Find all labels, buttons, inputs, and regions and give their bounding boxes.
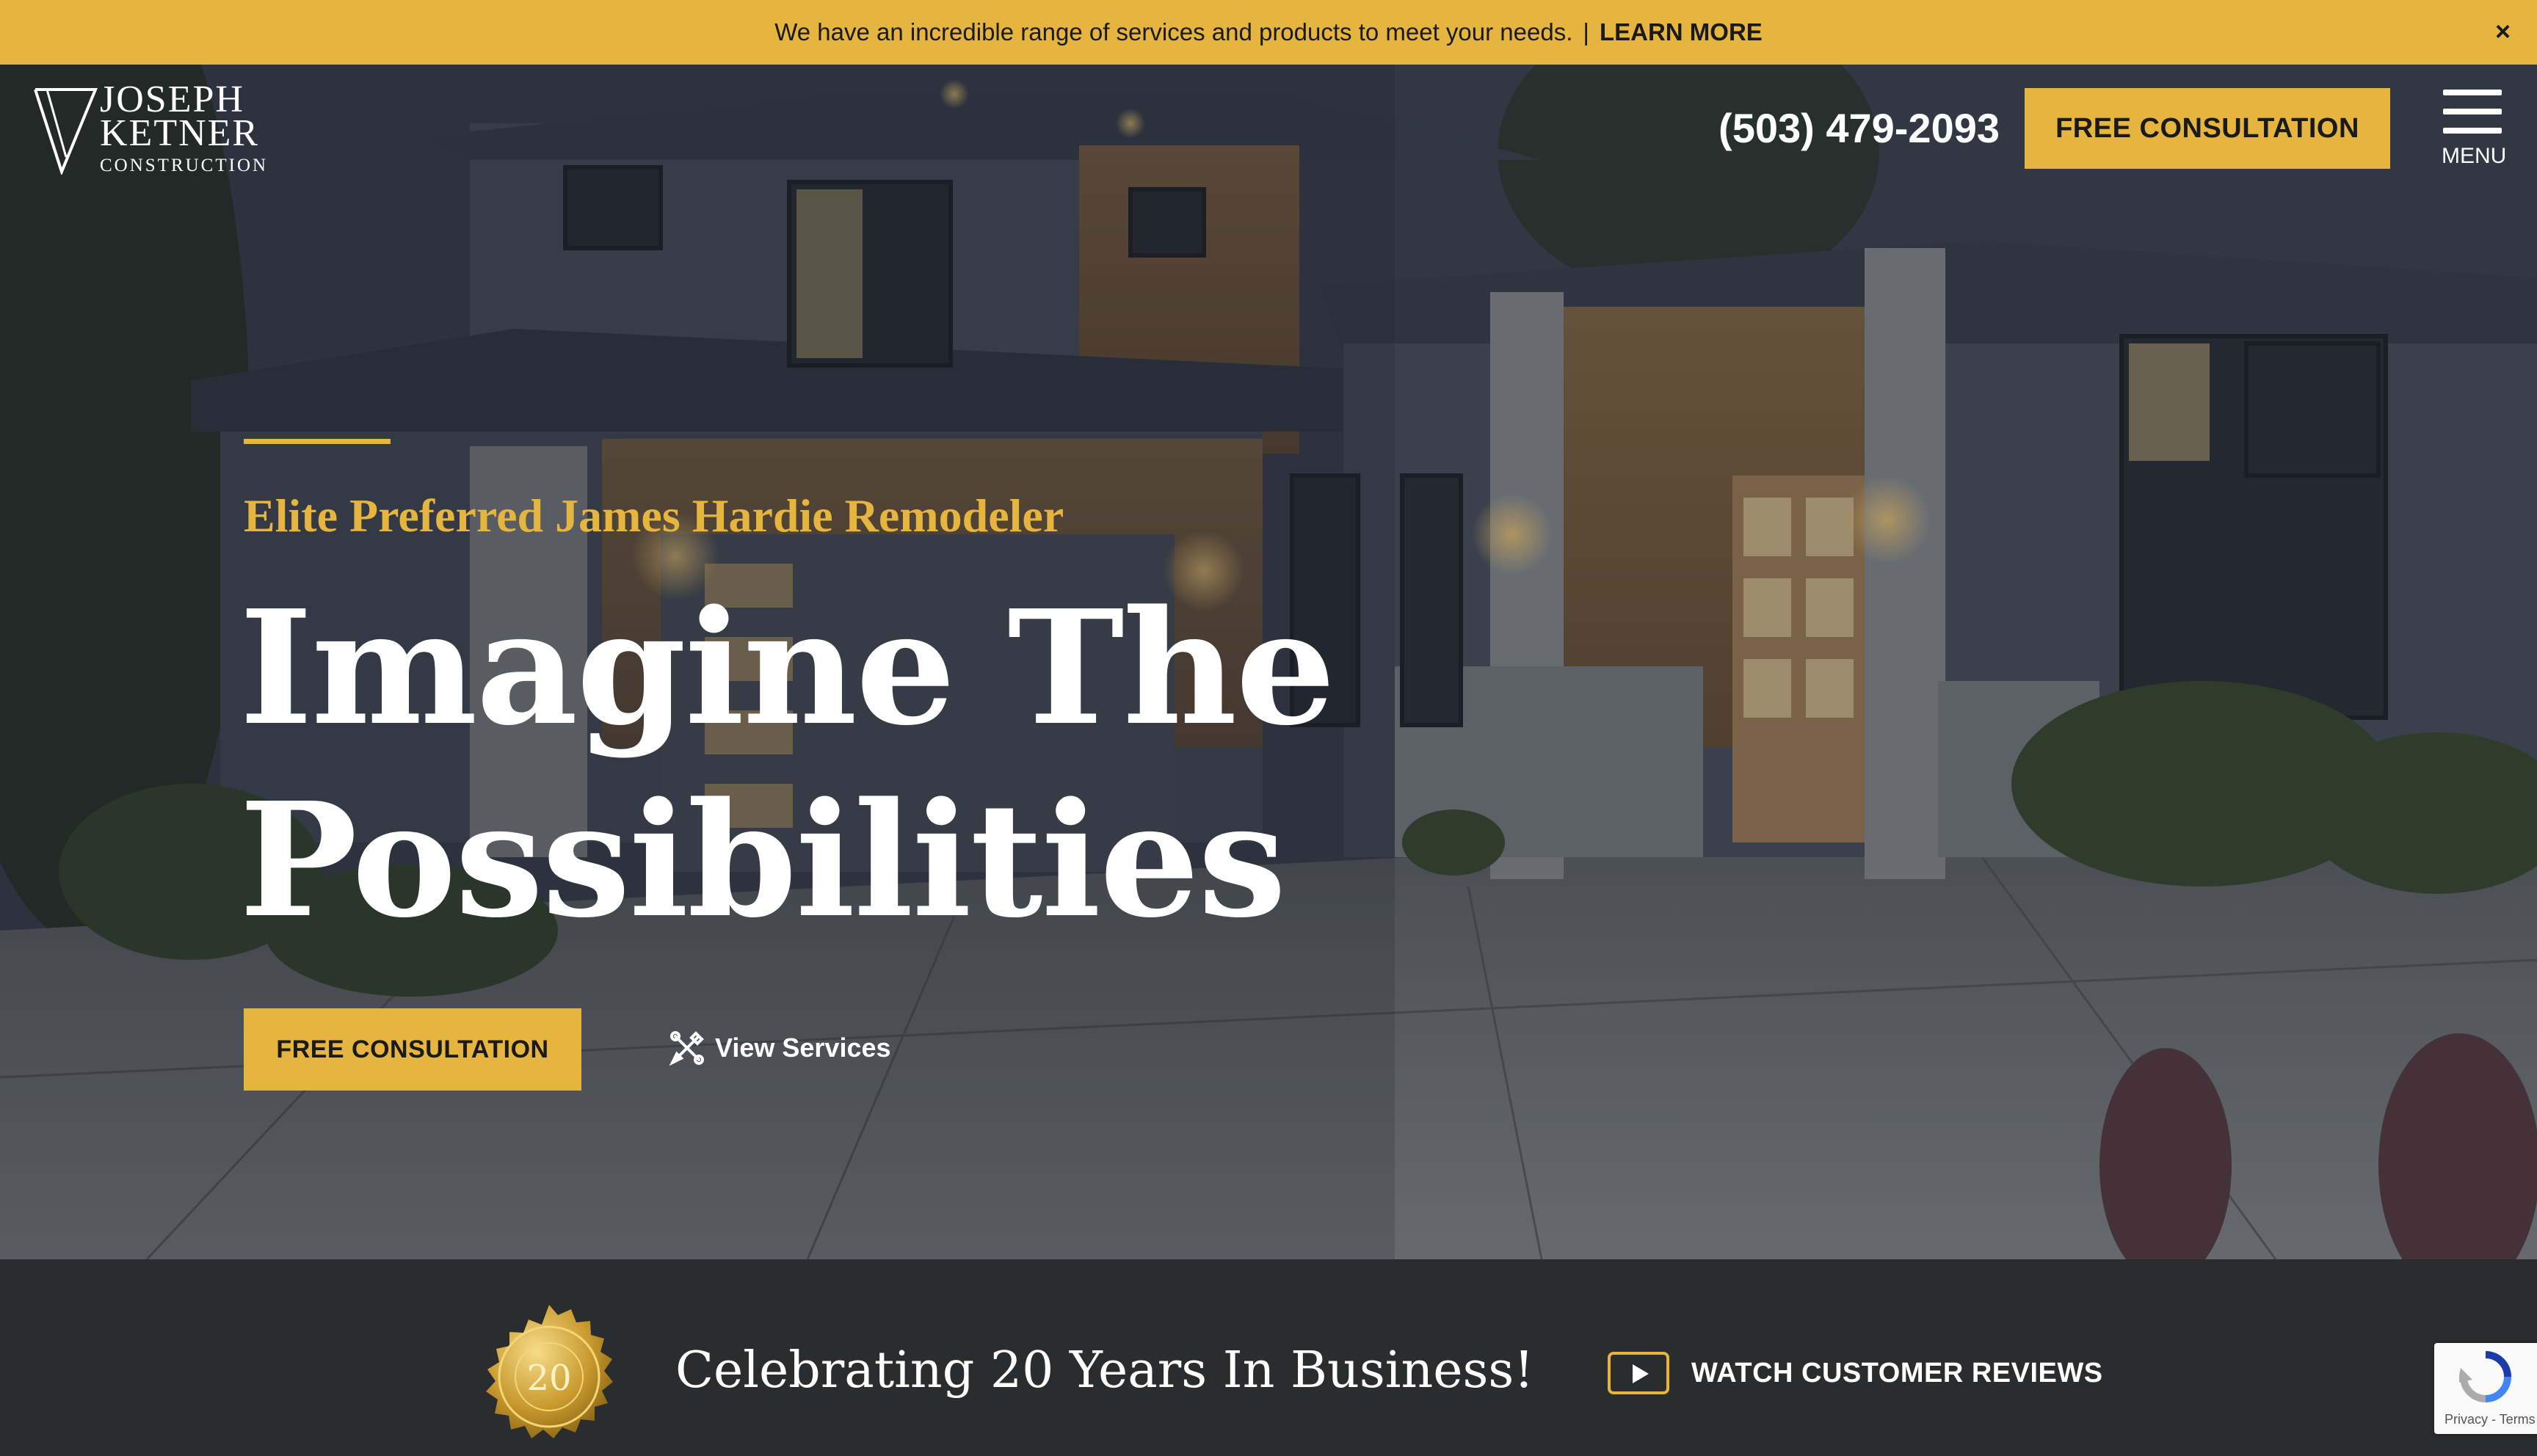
- announcement-text: We have an incredible range of services …: [774, 18, 1573, 46]
- hero-eyebrow: Elite Preferred James Hardie Remodeler: [244, 489, 1064, 542]
- anniversary-seal-icon: 20: [486, 1305, 613, 1438]
- announcement-separator: |: [1583, 18, 1589, 46]
- hamburger-icon-bar: [2443, 128, 2502, 134]
- recaptcha-icon: [2459, 1351, 2511, 1402]
- menu-button[interactable]: MENU: [2437, 88, 2511, 176]
- view-services-link[interactable]: View Services: [669, 1030, 891, 1066]
- learn-more-link[interactable]: LEARN MORE: [1600, 18, 1763, 46]
- menu-label: MENU: [2442, 144, 2507, 168]
- logo-line-construction: CONSTRUCTION: [100, 156, 269, 175]
- hamburger-icon-bar: [2443, 109, 2502, 114]
- hero-consultation-button[interactable]: FREE CONSULTATION: [244, 1008, 581, 1091]
- anniversary-title: Celebrating 20 Years In Business!: [675, 1342, 1534, 1399]
- phone-link[interactable]: (503) 479-2093: [1718, 104, 2000, 152]
- hamburger-icon: [2443, 90, 2502, 95]
- play-icon: [1608, 1352, 1669, 1394]
- watch-reviews-link[interactable]: WATCH CUSTOMER REVIEWS: [1608, 1352, 2103, 1394]
- close-icon[interactable]: ×: [2495, 16, 2511, 47]
- seal-number: 20: [526, 1358, 571, 1399]
- tools-icon: [669, 1031, 704, 1066]
- anniversary-band: 20 Celebrating 20 Years In Business! WAT…: [0, 1259, 2537, 1456]
- hero-headline: Imagine The Possibilities: [239, 572, 1335, 957]
- watch-reviews-label: WATCH CUSTOMER REVIEWS: [1691, 1357, 2103, 1388]
- company-logo[interactable]: JOSEPH KETNER CONSTRUCTION: [32, 81, 266, 176]
- announcement-bar: We have an incredible range of services …: [0, 0, 2537, 65]
- recaptcha-links[interactable]: Privacy - Terms: [2445, 1412, 2536, 1427]
- headline-line-2: Possibilities: [239, 768, 1286, 953]
- view-services-label: View Services: [715, 1033, 891, 1063]
- header-consultation-button[interactable]: FREE CONSULTATION: [2025, 88, 2390, 169]
- headline-line-1: Imagine The: [239, 576, 1335, 760]
- recaptcha-badge[interactable]: Privacy - Terms: [2434, 1343, 2537, 1434]
- accent-divider: [244, 439, 391, 444]
- logo-mark-icon: [34, 88, 98, 175]
- logo-line-ketner: KETNER: [100, 112, 260, 154]
